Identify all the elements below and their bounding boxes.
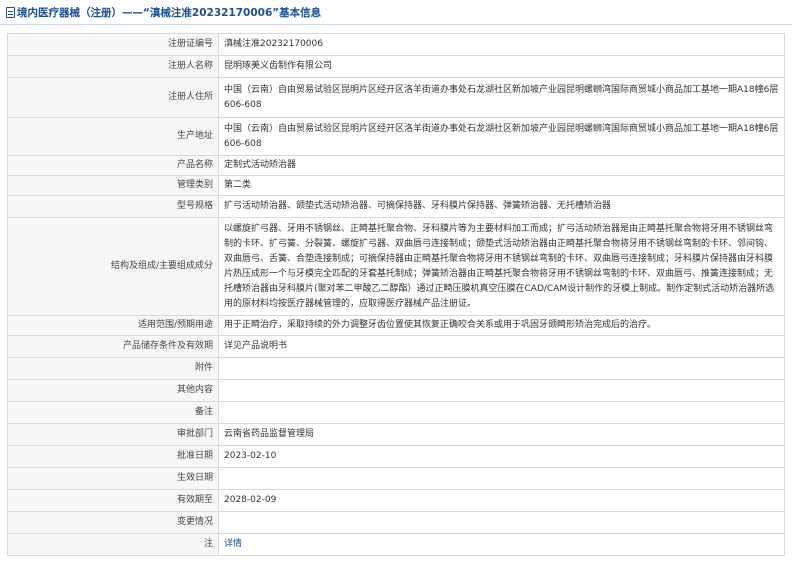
label-approval-department: 审批部门 — [7, 423, 219, 446]
page-title: 境内医疗器械（注册）——“滇械注准20232170006”基本信息 — [17, 6, 322, 19]
value-production-address: 中国（云南）自由贸易试验区昆明片区经开区洛羊街道办事处石龙湖社区新加坡产业园昆明… — [218, 117, 785, 156]
value-product-name: 定制式活动矫治器 — [218, 155, 785, 176]
row-effective-date: 生效日期 — [7, 467, 785, 490]
label-structure-composition: 结构及组成/主要组成成分 — [7, 217, 219, 316]
row-registrant-address: 注册人住所 中国（云南）自由贸易试验区昆明片区经开区洛羊街道办事处石龙湖社区新加… — [7, 77, 785, 118]
label-effective-date: 生效日期 — [7, 467, 219, 490]
label-valid-until: 有效期至 — [7, 489, 219, 512]
row-management-category: 管理类别 第二类 — [7, 175, 785, 196]
label-attachments: 附件 — [7, 357, 219, 380]
value-structure-composition: 以螺旋扩弓器、牙用不锈钢丝、正畸基托聚合物、牙科膜片等为主要材料加工而成；扩弓活… — [218, 217, 785, 316]
registration-info-table: 注册证编号 滇械注准20232170006 注册人名称 昆明琢美义齿制作有限公司… — [7, 33, 785, 556]
value-approval-department: 云南省药品监督管理局 — [218, 423, 785, 446]
value-note: 详情 — [218, 533, 785, 556]
row-remarks: 备注 — [7, 401, 785, 424]
row-valid-until: 有效期至 2028-02-09 — [7, 489, 785, 512]
value-approval-date: 2023-02-10 — [218, 445, 785, 468]
row-product-name: 产品名称 定制式活动矫治器 — [7, 155, 785, 176]
row-intended-use: 适用范围/预期用途 用于正畸治疗，采取持续的外力调整牙齿位置使其恢复正确咬合关系… — [7, 315, 785, 336]
label-remarks: 备注 — [7, 401, 219, 424]
row-approval-department: 审批部门 云南省药品监督管理局 — [7, 423, 785, 446]
value-registrant-name: 昆明琢美义齿制作有限公司 — [218, 55, 785, 78]
label-intended-use: 适用范围/预期用途 — [7, 315, 219, 336]
row-registration-number: 注册证编号 滇械注准20232170006 — [7, 33, 785, 56]
page-header: 境内医疗器械（注册）——“滇械注准20232170006”基本信息 — [0, 0, 792, 25]
value-remarks — [218, 401, 785, 424]
label-other-content: 其他内容 — [7, 379, 219, 402]
value-intended-use: 用于正畸治疗，采取持续的外力调整牙齿位置使其恢复正确咬合关系或用于巩固牙颌畸形矫… — [218, 315, 785, 336]
row-approval-date: 批准日期 2023-02-10 — [7, 445, 785, 468]
row-production-address: 生产地址 中国（云南）自由贸易试验区昆明片区经开区洛羊街道办事处石龙湖社区新加坡… — [7, 117, 785, 156]
row-storage-validity: 产品储存条件及有效期 详见产品说明书 — [7, 335, 785, 358]
row-structure-composition: 结构及组成/主要组成成分 以螺旋扩弓器、牙用不锈钢丝、正畸基托聚合物、牙科膜片等… — [7, 217, 785, 316]
value-model-spec: 扩弓活动矫治器、颌垫式活动矫治器、可摘保持器、牙科膜片保持器、弹簧矫治器、无托槽… — [218, 195, 785, 218]
label-change-status: 变更情况 — [7, 511, 219, 534]
value-valid-until: 2028-02-09 — [218, 489, 785, 512]
details-link[interactable]: 详情 — [224, 539, 242, 549]
label-registrant-name: 注册人名称 — [7, 55, 219, 78]
value-registrant-address: 中国（云南）自由贸易试验区昆明片区经开区洛羊街道办事处石龙湖社区新加坡产业园昆明… — [218, 77, 785, 118]
label-production-address: 生产地址 — [7, 117, 219, 156]
label-note: 注 — [7, 533, 219, 556]
value-change-status — [218, 511, 785, 534]
value-management-category: 第二类 — [218, 175, 785, 196]
row-change-status: 变更情况 — [7, 511, 785, 534]
value-attachments — [218, 357, 785, 380]
document-icon — [6, 6, 15, 18]
label-management-category: 管理类别 — [7, 175, 219, 196]
label-registration-number: 注册证编号 — [7, 33, 219, 56]
label-approval-date: 批准日期 — [7, 445, 219, 468]
row-other-content: 其他内容 — [7, 379, 785, 402]
value-other-content — [218, 379, 785, 402]
label-product-name: 产品名称 — [7, 155, 219, 176]
row-registrant-name: 注册人名称 昆明琢美义齿制作有限公司 — [7, 55, 785, 78]
value-storage-validity: 详见产品说明书 — [218, 335, 785, 358]
value-registration-number: 滇械注准20232170006 — [218, 33, 785, 56]
row-note: 注 详情 — [7, 533, 785, 556]
value-effective-date — [218, 467, 785, 490]
row-model-spec: 型号规格 扩弓活动矫治器、颌垫式活动矫治器、可摘保持器、牙科膜片保持器、弹簧矫治… — [7, 195, 785, 218]
row-attachments: 附件 — [7, 357, 785, 380]
label-storage-validity: 产品储存条件及有效期 — [7, 335, 219, 358]
label-model-spec: 型号规格 — [7, 195, 219, 218]
label-registrant-address: 注册人住所 — [7, 77, 219, 118]
